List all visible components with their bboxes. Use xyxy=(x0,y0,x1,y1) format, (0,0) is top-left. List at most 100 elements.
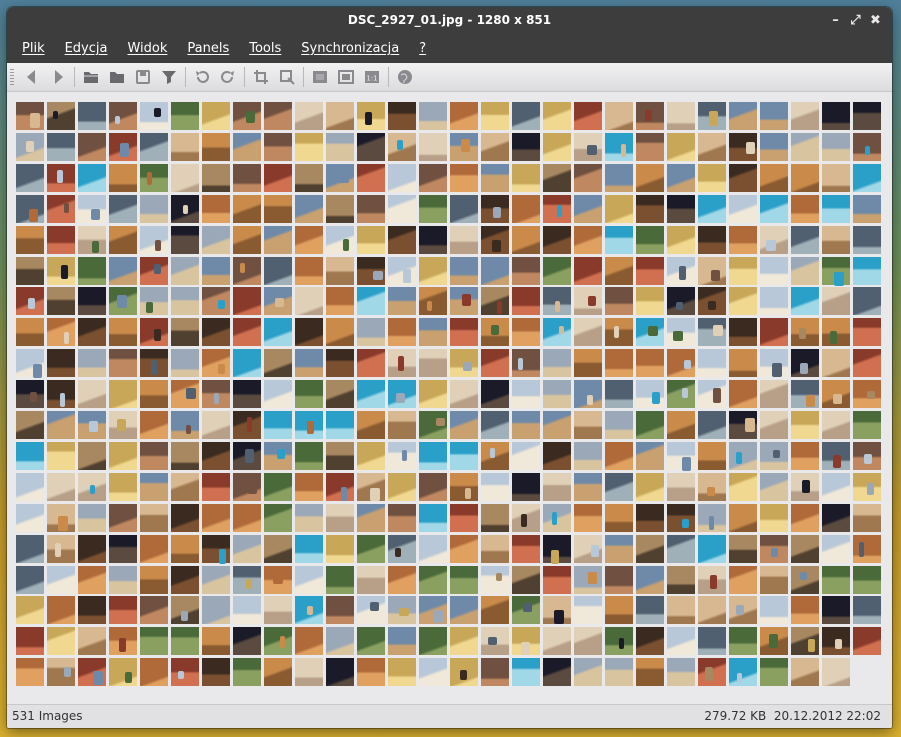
photo-thumbnail[interactable] xyxy=(760,102,788,130)
photo-thumbnail[interactable] xyxy=(605,658,633,687)
photo-thumbnail[interactable] xyxy=(202,318,230,347)
photo-thumbnail[interactable] xyxy=(264,132,292,161)
photo-thumbnail[interactable] xyxy=(326,318,354,347)
photo-thumbnail[interactable] xyxy=(481,349,509,378)
photo-thumbnail[interactable] xyxy=(512,132,540,161)
photo-thumbnail[interactable] xyxy=(574,441,602,470)
photo-thumbnail[interactable] xyxy=(822,318,850,347)
photo-thumbnail[interactable] xyxy=(822,132,850,161)
photo-thumbnail[interactable] xyxy=(233,441,261,470)
photo-thumbnail[interactable] xyxy=(698,380,726,409)
photo-thumbnail[interactable] xyxy=(822,349,850,378)
photo-thumbnail[interactable] xyxy=(171,132,199,161)
photo-thumbnail[interactable] xyxy=(667,380,695,409)
photo-thumbnail[interactable] xyxy=(47,256,75,285)
photo-thumbnail[interactable] xyxy=(605,596,633,625)
photo-thumbnail[interactable] xyxy=(357,102,385,130)
photo-thumbnail[interactable] xyxy=(388,472,416,501)
photo-thumbnail[interactable] xyxy=(326,596,354,625)
photo-thumbnail[interactable] xyxy=(419,287,447,316)
photo-thumbnail[interactable] xyxy=(667,658,695,687)
photo-thumbnail[interactable] xyxy=(512,658,540,687)
photo-thumbnail[interactable] xyxy=(791,596,819,625)
photo-thumbnail[interactable] xyxy=(605,256,633,285)
photo-thumbnail[interactable] xyxy=(233,225,261,254)
photo-thumbnail[interactable] xyxy=(78,534,106,563)
photo-thumbnail[interactable] xyxy=(760,503,788,532)
photo-thumbnail[interactable] xyxy=(202,534,230,564)
photo-thumbnail[interactable] xyxy=(47,102,75,130)
photo-thumbnail[interactable] xyxy=(853,194,881,223)
photo-thumbnail[interactable] xyxy=(760,194,788,223)
photo-thumbnail[interactable] xyxy=(202,411,230,439)
fullscreen-icon[interactable] xyxy=(333,65,359,89)
photo-thumbnail[interactable] xyxy=(16,596,44,625)
photo-thumbnail[interactable] xyxy=(388,411,416,439)
photo-thumbnail[interactable] xyxy=(729,318,757,347)
photo-thumbnail[interactable] xyxy=(233,256,261,285)
photo-thumbnail[interactable] xyxy=(16,411,44,439)
photo-thumbnail[interactable] xyxy=(543,287,571,316)
photo-thumbnail[interactable] xyxy=(698,534,726,563)
photo-thumbnail[interactable] xyxy=(760,163,788,192)
photo-thumbnail[interactable] xyxy=(78,194,106,223)
photo-thumbnail[interactable] xyxy=(791,102,819,130)
photo-thumbnail[interactable] xyxy=(357,658,385,687)
photo-thumbnail[interactable] xyxy=(512,380,540,409)
photo-thumbnail[interactable] xyxy=(109,380,137,409)
photo-thumbnail[interactable] xyxy=(419,225,447,254)
photo-thumbnail[interactable] xyxy=(109,132,137,161)
photo-thumbnail[interactable] xyxy=(295,194,323,223)
photo-thumbnail[interactable] xyxy=(822,163,850,192)
photo-thumbnail[interactable] xyxy=(729,596,757,625)
photo-thumbnail[interactable] xyxy=(667,256,695,285)
photo-thumbnail[interactable] xyxy=(171,658,199,687)
photo-thumbnail[interactable] xyxy=(140,658,168,687)
photo-thumbnail[interactable] xyxy=(109,102,137,130)
photo-thumbnail[interactable] xyxy=(47,441,75,470)
photo-thumbnail[interactable] xyxy=(47,318,75,347)
photo-thumbnail[interactable] xyxy=(233,565,261,594)
photo-thumbnail[interactable] xyxy=(543,411,571,439)
photo-thumbnail[interactable] xyxy=(357,627,385,656)
photo-thumbnail[interactable] xyxy=(16,380,44,409)
photo-thumbnail[interactable] xyxy=(202,163,230,192)
thumbnail-view[interactable] xyxy=(7,92,892,704)
photo-thumbnail[interactable] xyxy=(698,349,726,378)
photo-thumbnail[interactable] xyxy=(636,287,664,316)
photo-thumbnail[interactable] xyxy=(574,380,602,409)
photo-thumbnail[interactable] xyxy=(791,534,819,563)
photo-thumbnail[interactable] xyxy=(760,411,788,439)
photo-thumbnail[interactable] xyxy=(357,163,385,192)
photo-thumbnail[interactable] xyxy=(698,411,726,439)
photo-thumbnail[interactable] xyxy=(326,627,354,656)
photo-thumbnail[interactable] xyxy=(16,163,44,192)
photo-thumbnail[interactable] xyxy=(171,225,199,254)
photo-thumbnail[interactable] xyxy=(605,318,633,347)
photo-thumbnail[interactable] xyxy=(574,287,602,316)
photo-thumbnail[interactable] xyxy=(543,565,571,594)
photo-thumbnail[interactable] xyxy=(605,565,633,594)
photo-thumbnail[interactable] xyxy=(326,132,354,161)
photo-thumbnail[interactable] xyxy=(636,102,664,130)
photo-thumbnail[interactable] xyxy=(295,349,323,378)
photo-thumbnail[interactable] xyxy=(388,349,416,378)
photo-thumbnail[interactable] xyxy=(16,225,44,254)
photo-thumbnail[interactable] xyxy=(481,194,509,223)
photo-thumbnail[interactable] xyxy=(729,349,757,378)
photo-thumbnail[interactable] xyxy=(481,225,509,254)
photo-thumbnail[interactable] xyxy=(543,163,571,192)
photo-thumbnail[interactable] xyxy=(605,380,633,409)
photo-thumbnail[interactable] xyxy=(636,256,664,285)
photo-thumbnail[interactable] xyxy=(202,627,230,656)
photo-thumbnail[interactable] xyxy=(171,349,199,378)
photo-thumbnail[interactable] xyxy=(512,225,540,254)
photo-thumbnail[interactable] xyxy=(481,503,509,532)
photo-thumbnail[interactable] xyxy=(667,349,695,378)
photo-thumbnail[interactable] xyxy=(574,256,602,285)
photo-thumbnail[interactable] xyxy=(109,225,137,254)
menu-item-panels[interactable]: Panels xyxy=(177,41,239,56)
photo-thumbnail[interactable] xyxy=(760,441,788,470)
photo-thumbnail[interactable] xyxy=(729,441,757,470)
photo-thumbnail[interactable] xyxy=(543,472,571,501)
